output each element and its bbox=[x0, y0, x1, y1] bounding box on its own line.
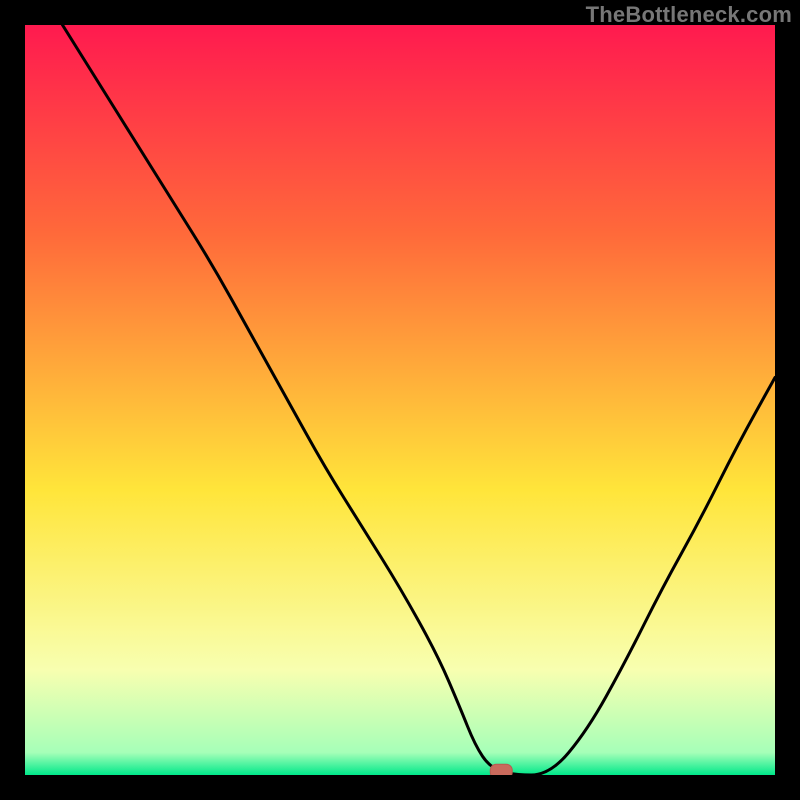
optimal-marker bbox=[490, 764, 512, 775]
gradient-background bbox=[25, 25, 775, 775]
watermark-text: TheBottleneck.com bbox=[586, 2, 792, 28]
bottleneck-chart bbox=[25, 25, 775, 775]
plot-area bbox=[25, 25, 775, 775]
chart-frame: TheBottleneck.com bbox=[0, 0, 800, 800]
